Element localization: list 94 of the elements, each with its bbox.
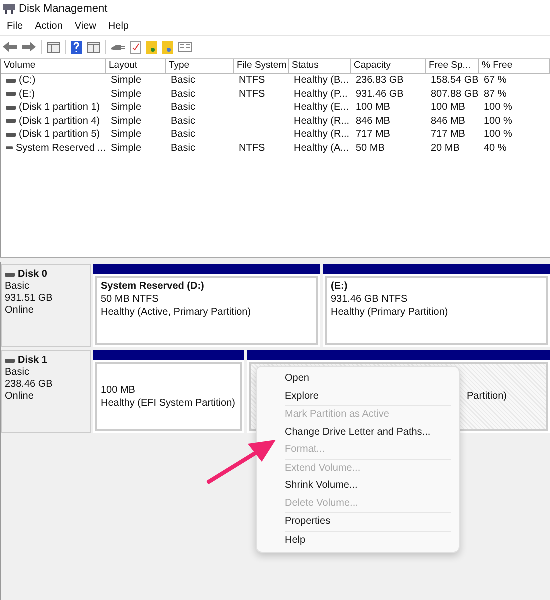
- table-cell: Healthy (R...: [294, 129, 350, 140]
- partition-size: 931.46 GB NTFS: [331, 294, 409, 305]
- table-cell: NTFS: [239, 88, 266, 100]
- table-cell: NTFS: [239, 142, 266, 154]
- table-cell: Healthy (B...: [294, 75, 350, 86]
- column-header[interactable]: Type: [166, 59, 234, 74]
- table-cell: 50 MB: [356, 142, 385, 154]
- menu-item[interactable]: Change Drive Letter and Paths...: [285, 424, 431, 441]
- column-header[interactable]: Volume: [1, 59, 106, 74]
- menu-item[interactable]: Help: [103, 21, 134, 32]
- app-icon: [3, 4, 15, 14]
- table-cell: Healthy (E...: [294, 102, 350, 114]
- disk-size: 238.46 GB: [5, 379, 54, 390]
- table-cell: 100 MB: [356, 102, 390, 114]
- disk-size: 931.51 GB: [5, 293, 54, 304]
- disk-name: Disk 0: [18, 269, 48, 280]
- table-cell: Simple: [111, 142, 142, 154]
- menu-item[interactable]: Open: [285, 370, 310, 388]
- table-cell: 931.46 GB: [356, 88, 404, 100]
- table-cell: 100 %: [484, 129, 512, 140]
- column-header[interactable]: Status: [289, 59, 351, 74]
- disk-state: Online: [5, 391, 35, 402]
- table-cell: 717 MB: [431, 129, 466, 140]
- partition-status: Healthy (Primary Partition): [331, 307, 450, 318]
- menu-item[interactable]: Help: [285, 532, 306, 549]
- table-cell: 100 %: [484, 116, 512, 127]
- partition[interactable]: (E:) 931.46 GB NTFS Healthy (Primary Partition): [325, 276, 548, 345]
- folder-icon[interactable]: [162, 40, 173, 54]
- table-cell: 846 MB: [356, 116, 390, 127]
- folder-icon[interactable]: [146, 40, 157, 54]
- table-cell: 846 MB: [431, 116, 466, 127]
- table-cell: 87 %: [484, 88, 507, 100]
- help-icon[interactable]: [71, 40, 82, 54]
- table-cell: 67 %: [484, 75, 507, 86]
- partition-size: 100 MB: [101, 384, 136, 396]
- table-cell: 100 MB: [431, 102, 466, 114]
- disk-type: Basic: [5, 367, 30, 378]
- table-cell: Healthy (A...: [294, 142, 350, 154]
- disk-type: Basic: [5, 281, 30, 292]
- menu-item[interactable]: View: [70, 21, 102, 32]
- table-cell: (Disk 1 partition 5): [19, 129, 100, 140]
- table-cell: (E:): [19, 88, 36, 100]
- table-cell: NTFS: [239, 75, 266, 86]
- column-header[interactable]: File System: [234, 59, 289, 74]
- partition-status: Partition): [466, 391, 507, 402]
- table-cell: 158.54 GB: [431, 75, 479, 86]
- table-cell: 717 MB: [356, 129, 390, 140]
- table-cell: (C:): [19, 75, 36, 86]
- window-title: Disk Management: [19, 3, 108, 15]
- table-cell: Simple: [111, 129, 142, 140]
- table-cell: Healthy (P...: [294, 88, 348, 100]
- partition-title: System Reserved (D:): [101, 281, 206, 292]
- partition-title: (E:): [331, 281, 349, 292]
- menu-item[interactable]: Properties: [285, 513, 331, 530]
- table-cell: Simple: [111, 116, 142, 127]
- table-icon[interactable]: [87, 42, 100, 52]
- partition-size: 50 MB NTFS: [101, 294, 160, 305]
- table-cell: 40 %: [484, 142, 507, 154]
- table-cell: (Disk 1 partition 1): [19, 102, 100, 114]
- table-cell: Basic: [171, 88, 196, 100]
- back-icon[interactable]: [3, 42, 17, 52]
- table-cell: 236.83 GB: [356, 75, 404, 86]
- partition[interactable]: 100 MB Healthy (EFI System Partition): [95, 362, 242, 431]
- column-header[interactable]: Layout: [106, 59, 166, 74]
- table-cell: Basic: [171, 102, 196, 114]
- table-cell: 20 MB: [431, 142, 460, 154]
- table-cell: Basic: [171, 129, 196, 140]
- disk-state: Online: [5, 305, 35, 316]
- column-header[interactable]: Free Sp...: [426, 59, 479, 74]
- menu-item[interactable]: Shrink Volume...: [285, 477, 358, 494]
- table-icon[interactable]: [47, 42, 60, 52]
- disk-name: Disk 1: [18, 355, 48, 366]
- column-header[interactable]: % Free: [479, 59, 550, 74]
- menu-item[interactable]: File: [2, 21, 28, 32]
- table-cell: 100 %: [484, 102, 512, 114]
- table-cell: Simple: [111, 102, 142, 114]
- checklist-icon[interactable]: [130, 40, 141, 54]
- table-cell: 807.88 GB: [431, 88, 479, 100]
- table-cell: System Reserved ...: [16, 142, 106, 154]
- table-cell: Healthy (R...: [294, 116, 350, 127]
- table-cell: Simple: [111, 75, 142, 86]
- table-cell: (Disk 1 partition 4): [19, 116, 100, 127]
- table-cell: Basic: [171, 75, 196, 86]
- partition-status: Healthy (EFI System Partition): [101, 398, 236, 408]
- table-cell: Basic: [171, 116, 196, 127]
- window-icon[interactable]: [178, 42, 192, 52]
- partition[interactable]: System Reserved (D:) 50 MB NTFS Healthy (Active, Primary Partition): [95, 276, 318, 345]
- menu-item[interactable]: Action: [30, 21, 68, 32]
- forward-icon[interactable]: [22, 42, 36, 52]
- menu-item[interactable]: Explore: [285, 388, 319, 405]
- column-header[interactable]: Capacity: [351, 59, 426, 74]
- partition-status: Healthy (Active, Primary Partition): [101, 307, 252, 318]
- table-cell: Simple: [111, 88, 142, 100]
- table-cell: Basic: [171, 142, 196, 154]
